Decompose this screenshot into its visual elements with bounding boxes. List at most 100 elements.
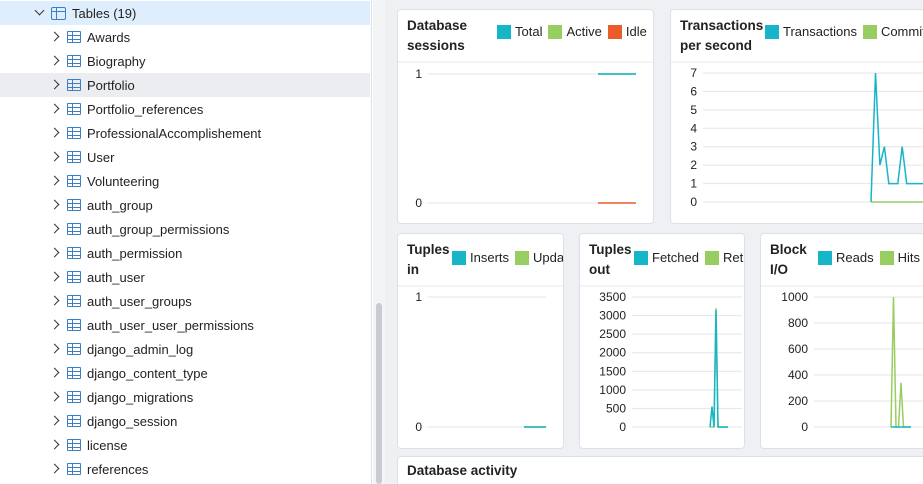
table-icon bbox=[67, 151, 81, 163]
chevron-right-icon[interactable] bbox=[48, 270, 62, 284]
chevron-right-icon[interactable] bbox=[48, 126, 62, 140]
chevron-right-icon[interactable] bbox=[48, 54, 62, 68]
tree-item-label: auth_user_user_permissions bbox=[87, 317, 254, 333]
y-tick-label: 3 bbox=[690, 140, 697, 154]
table-icon bbox=[67, 79, 81, 91]
chevron-right-icon[interactable] bbox=[48, 222, 62, 236]
series-line-fetched bbox=[709, 309, 728, 428]
tps-chart: 0 1 2 3 4 5 6 7 bbox=[671, 61, 923, 209]
y-tick-label: 0 bbox=[801, 420, 808, 434]
y-tick-label: 2 bbox=[690, 158, 697, 172]
chevron-right-icon[interactable] bbox=[48, 174, 62, 188]
y-tick-label: 4 bbox=[690, 121, 697, 135]
table-icon bbox=[67, 103, 81, 115]
tree-item[interactable]: django_session bbox=[0, 409, 370, 433]
y-tick-label: 0 bbox=[415, 420, 422, 434]
y-tick-label: 1000 bbox=[599, 383, 626, 397]
tree-item[interactable]: references bbox=[0, 457, 370, 481]
tree-item-label: django_admin_log bbox=[87, 341, 194, 357]
dashboard-panel: Database sessions Total Active Idle 01 T… bbox=[388, 0, 923, 484]
y-tick-label: 500 bbox=[606, 401, 626, 415]
y-tick-label: 3500 bbox=[599, 290, 626, 304]
series-line-transactions bbox=[870, 72, 923, 203]
tree-item[interactable]: auth_user_groups bbox=[0, 289, 370, 313]
chevron-right-icon[interactable] bbox=[48, 246, 62, 260]
tree-item[interactable]: auth_group_permissions bbox=[0, 217, 370, 241]
chevron-right-icon[interactable] bbox=[48, 366, 62, 380]
y-tick-label: 1000 bbox=[781, 290, 808, 304]
chevron-right-icon[interactable] bbox=[48, 78, 62, 92]
tree-item-label: references bbox=[87, 461, 149, 477]
tree-group-label: Tables (19) bbox=[72, 5, 137, 21]
chevron-right-icon[interactable] bbox=[48, 294, 62, 308]
card-database-sessions: Database sessions Total Active Idle 01 bbox=[397, 9, 654, 224]
table-icon bbox=[67, 367, 81, 379]
tuples-in-chart: 01 bbox=[398, 285, 563, 434]
y-tick-label: 5 bbox=[690, 103, 697, 117]
table-icon bbox=[67, 175, 81, 187]
series-line-hits bbox=[890, 296, 911, 428]
chevron-right-icon[interactable] bbox=[48, 318, 62, 332]
chevron-down-icon[interactable] bbox=[32, 6, 46, 20]
table-icon bbox=[67, 271, 81, 283]
y-tick-label: 7 bbox=[690, 66, 697, 80]
tree-item[interactable]: license bbox=[0, 433, 370, 457]
table-icon bbox=[67, 415, 81, 427]
tuples-out-chart: 0 500 1000 1500 2000 2500 3000 3500 bbox=[580, 285, 744, 434]
tree-item[interactable]: Awards bbox=[0, 25, 370, 49]
y-tick-label: 1 bbox=[415, 290, 422, 304]
y-tick-label: 3000 bbox=[599, 309, 626, 323]
chevron-right-icon[interactable] bbox=[48, 198, 62, 212]
chevron-right-icon[interactable] bbox=[48, 390, 62, 404]
tree-item[interactable]: django_content_type bbox=[0, 361, 370, 385]
chevron-right-icon[interactable] bbox=[48, 102, 62, 116]
table-icon bbox=[67, 55, 81, 67]
chevron-right-icon[interactable] bbox=[48, 342, 62, 356]
tree-item-label: auth_group bbox=[87, 197, 153, 213]
y-tick-label: 6 bbox=[690, 84, 697, 98]
y-tick-label: 1 bbox=[690, 177, 697, 191]
tree-item[interactable]: django_admin_log bbox=[0, 337, 370, 361]
tree-item-label: Portfolio_references bbox=[87, 101, 204, 117]
tree-scrollbar-thumb[interactable] bbox=[376, 303, 382, 484]
tree-item[interactable]: ProfessionalAccomplishement bbox=[0, 121, 370, 145]
tree-item[interactable]: django_migrations bbox=[0, 385, 370, 409]
chevron-right-icon[interactable] bbox=[48, 414, 62, 428]
block-io-chart: 0 200 400 600 800 1000 bbox=[761, 285, 923, 434]
y-tick-label: 1500 bbox=[599, 364, 626, 378]
table-icon bbox=[67, 199, 81, 211]
tree-item-label: django_content_type bbox=[87, 365, 208, 381]
tree-item-label: Biography bbox=[87, 53, 146, 69]
chevron-right-icon[interactable] bbox=[48, 462, 62, 476]
tree-item-label: django_session bbox=[87, 413, 178, 429]
table-icon bbox=[67, 295, 81, 307]
table-icon bbox=[67, 223, 81, 235]
y-tick-label: 0 bbox=[619, 420, 626, 434]
chevron-right-icon[interactable] bbox=[48, 438, 62, 452]
tree-item-label: Awards bbox=[87, 29, 131, 45]
tree-group-tables[interactable]: Tables (19) bbox=[0, 1, 370, 25]
table-icon bbox=[67, 127, 81, 139]
tree-item[interactable]: User bbox=[0, 145, 370, 169]
tree-item[interactable]: Biography bbox=[0, 49, 370, 73]
tree-item[interactable]: Volunteering bbox=[0, 169, 370, 193]
card-database-activity: Database activity bbox=[397, 456, 923, 484]
tree-item[interactable]: auth_user_user_permissions bbox=[0, 313, 370, 337]
tree-item-label: ProfessionalAccomplishement bbox=[87, 125, 262, 141]
tree-item[interactable]: Portfolio_references bbox=[0, 97, 370, 121]
tree-item-label: auth_user_groups bbox=[87, 293, 192, 309]
table-icon bbox=[67, 391, 81, 403]
chevron-right-icon[interactable] bbox=[48, 30, 62, 44]
tree-item-label: User bbox=[87, 149, 115, 165]
tree-item[interactable]: auth_group bbox=[0, 193, 370, 217]
tree-item[interactable]: auth_permission bbox=[0, 241, 370, 265]
sessions-chart: 01 bbox=[398, 61, 653, 210]
tree-item-label: auth_user bbox=[87, 269, 145, 285]
tree-item[interactable]: Portfolio bbox=[0, 73, 370, 97]
y-tick-label: 400 bbox=[788, 368, 808, 382]
tree-item-label: license bbox=[87, 437, 128, 453]
tree-item-label: Volunteering bbox=[87, 173, 160, 189]
tree-item[interactable]: auth_user bbox=[0, 265, 370, 289]
card-transactions-per-second: Transactions per second Transactions Com… bbox=[670, 9, 923, 224]
chevron-right-icon[interactable] bbox=[48, 150, 62, 164]
